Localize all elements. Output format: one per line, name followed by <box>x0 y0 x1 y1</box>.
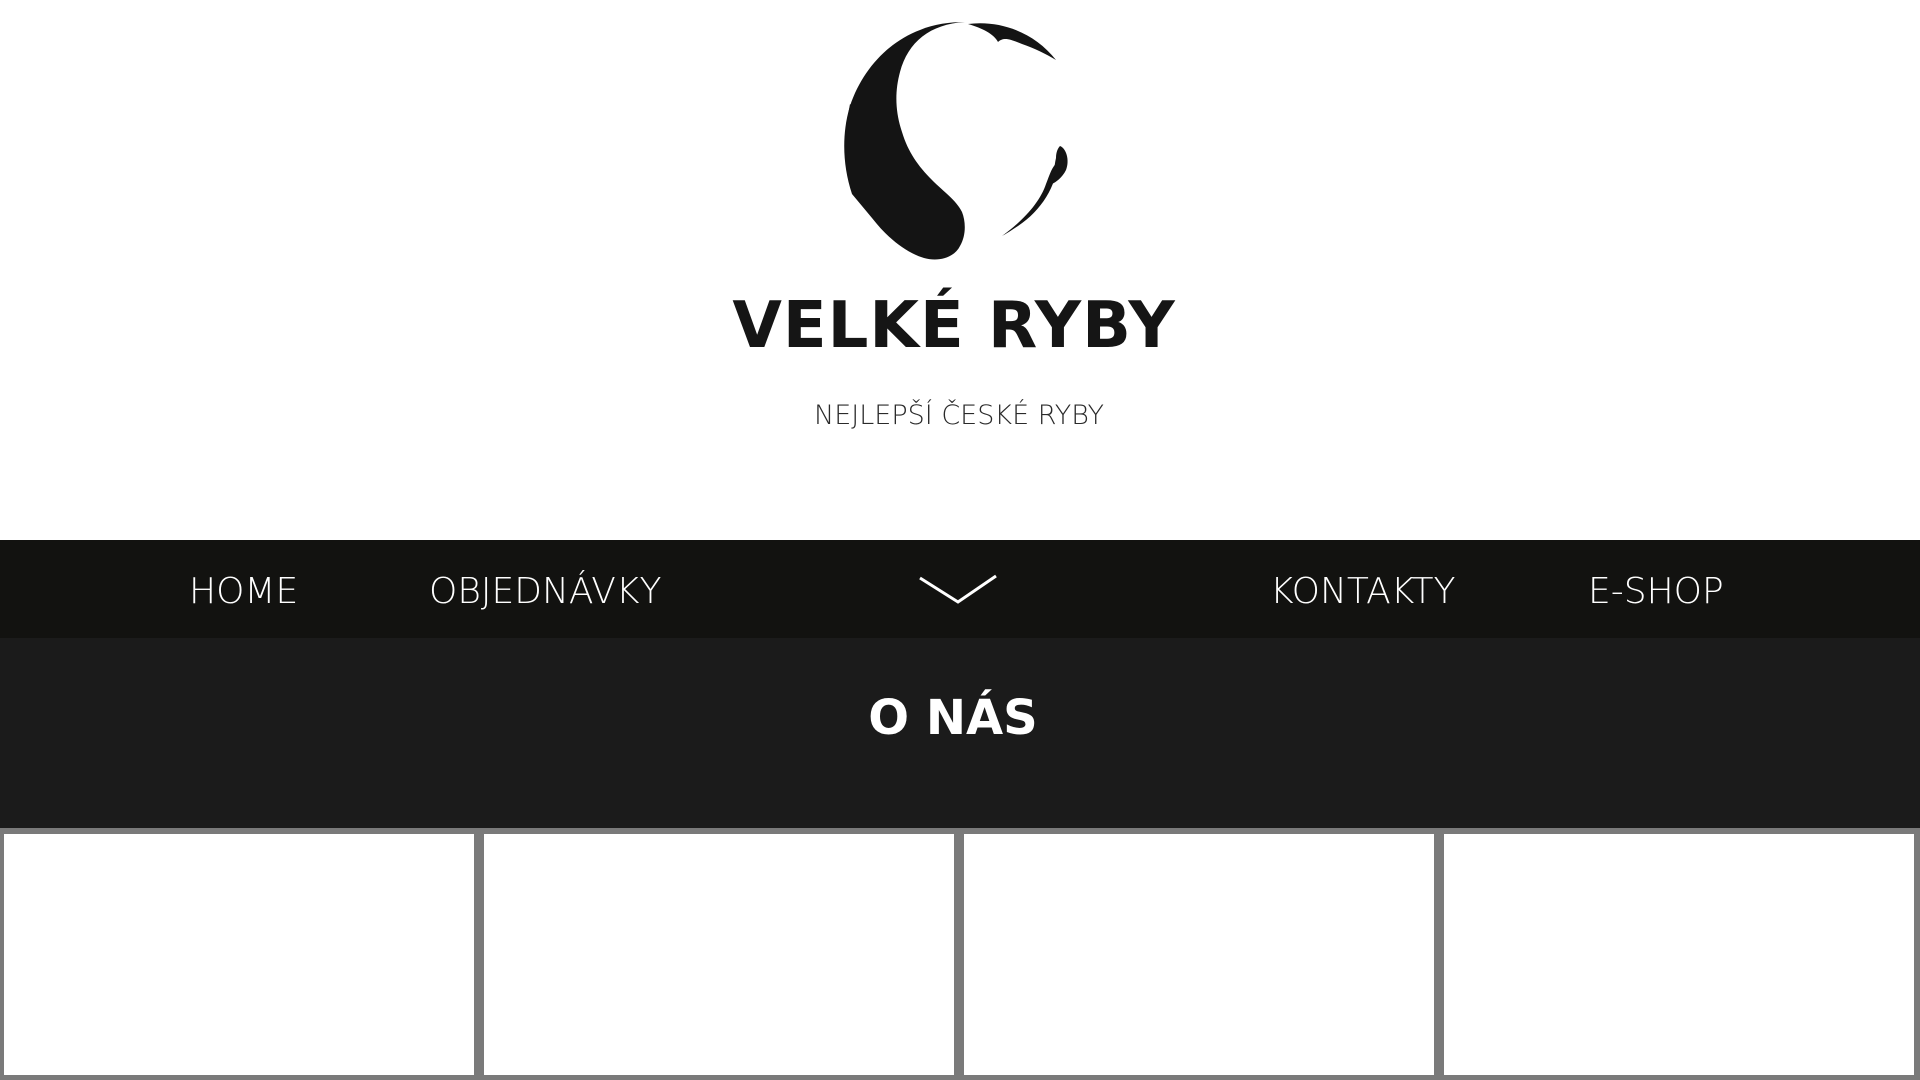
gallery-tile[interactable] <box>964 834 1434 1080</box>
fish-logo-icon[interactable] <box>820 14 1100 264</box>
about-section-header: O NÁS <box>0 638 1920 828</box>
nav-item-orders[interactable]: OBJEDNÁVKY <box>429 540 661 638</box>
site-subtitle: NEJLEPŠÍ ČESKÉ RYBY <box>814 400 1104 431</box>
chevron-down-icon[interactable] <box>916 564 1000 612</box>
tile-grid-bottom-border <box>0 1075 1920 1080</box>
gallery-tile[interactable] <box>484 834 954 1080</box>
site-header: VELKÉ RYBY NEJLEPŠÍ ČESKÉ RYBY <box>0 0 1920 540</box>
gallery-tile[interactable] <box>4 834 474 1080</box>
nav-item-eshop[interactable]: E-SHOP <box>1588 540 1724 638</box>
tile-grid <box>0 828 1920 1080</box>
nav-item-home[interactable]: HOME <box>189 540 298 638</box>
nav-item-contacts[interactable]: KONTAKTY <box>1270 540 1456 638</box>
site-title: VELKÉ RYBY <box>732 289 1176 363</box>
gallery-tile[interactable] <box>1444 834 1914 1080</box>
section-title: O NÁS <box>868 690 1038 746</box>
main-navigation: HOME OBJEDNÁVKY KONTAKTY E-SHOP <box>0 540 1920 638</box>
